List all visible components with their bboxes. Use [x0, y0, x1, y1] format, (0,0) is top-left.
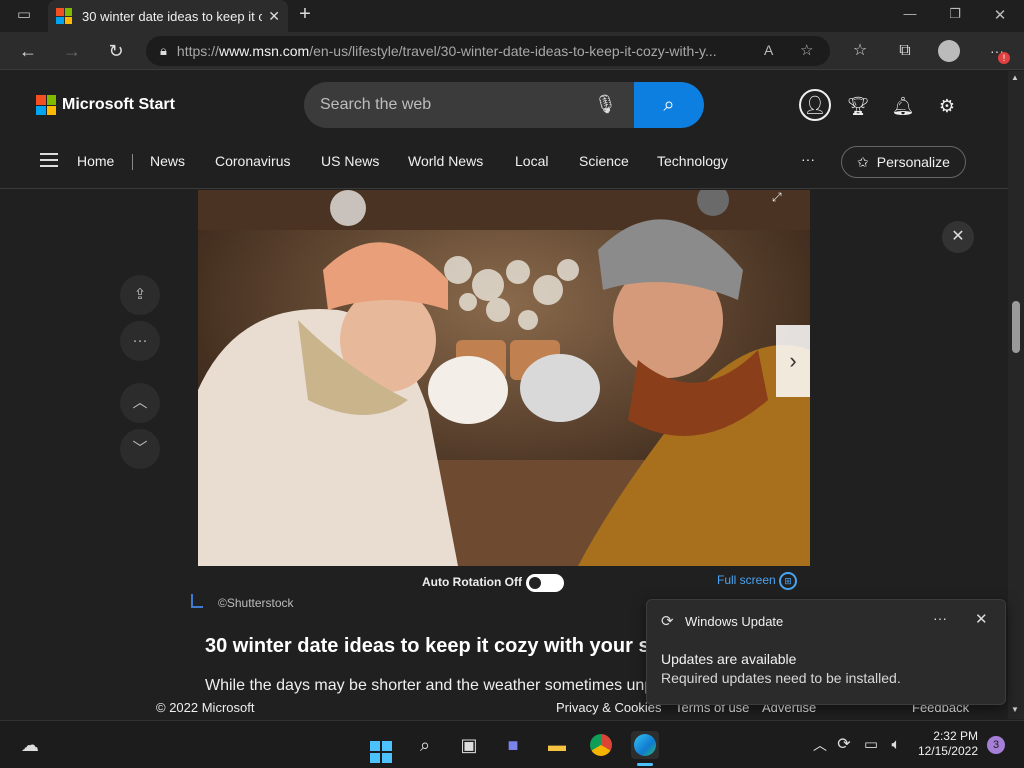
menu-hamburger-icon[interactable]	[40, 153, 58, 167]
chrome-icon[interactable]	[587, 731, 615, 759]
nav-item-technology[interactable]: Technology	[657, 153, 728, 169]
notification-body: Required updates need to be installed.	[661, 670, 901, 686]
refresh-icon[interactable]: ↻	[104, 39, 128, 63]
collections-icon[interactable]: ⧉	[893, 39, 917, 63]
nav-item-local[interactable]: Local	[515, 153, 548, 169]
address-toolbar: ← → ↻ 🔒︎ https://www.msn.com/en-us/lifes…	[0, 32, 1024, 70]
search-input[interactable]	[304, 82, 634, 128]
photo-credit: ©Shutterstock	[218, 596, 294, 610]
personalize-label: Personalize	[876, 154, 950, 170]
msn-favicon-icon	[56, 8, 72, 24]
profile-avatar[interactable]	[937, 39, 961, 63]
couple-photo-illustration	[198, 190, 810, 566]
file-explorer-icon[interactable]: ▬	[543, 731, 571, 759]
auto-rotation-label: Auto Rotation Off	[422, 575, 522, 589]
search-button[interactable]: ⌕	[634, 82, 704, 128]
new-tab-icon[interactable]: +	[291, 3, 319, 25]
nav-divider	[132, 154, 133, 170]
tab-actions-icon[interactable]: ▭	[10, 5, 38, 25]
address-bar[interactable]: 🔒︎ https://www.msn.com/en-us/lifestyle/t…	[146, 36, 830, 66]
personalize-icon: ✩	[857, 153, 869, 170]
browser-tab-bar: ▭ 30 winter date ideas to keep it cozy w…	[0, 0, 1024, 32]
article-lede: While the days may be shorter and the we…	[205, 677, 655, 694]
url-text[interactable]: https://www.msn.com/en-us/lifestyle/trav…	[177, 43, 737, 59]
search-taskbar-icon[interactable]: ⌕	[411, 731, 439, 759]
full-screen-link[interactable]: Full screen ⊞	[717, 572, 798, 590]
rewards-icon[interactable]: 🏆︎	[843, 91, 873, 121]
copyright-text: © 2022 Microsoft	[156, 700, 255, 715]
scroll-down-icon[interactable]: ▼	[1011, 705, 1019, 714]
page-scrollbar[interactable]: ▲ ▼	[1008, 71, 1024, 719]
auto-rotation-toggle[interactable]	[526, 574, 564, 592]
personalize-button[interactable]: ✩ Personalize	[841, 146, 966, 178]
scrollbar-thumb[interactable]	[1012, 301, 1020, 353]
minimize-icon[interactable]: —	[896, 6, 924, 26]
nav-item-news[interactable]: News	[150, 153, 185, 169]
category-nav: Home News Coronavirus US News World News…	[0, 139, 1008, 189]
previous-article-icon[interactable]: ︿	[120, 383, 160, 423]
active-app-indicator	[637, 763, 653, 766]
more-options-icon[interactable]: ···	[120, 321, 160, 361]
close-window-icon[interactable]: ✕	[986, 6, 1014, 26]
read-aloud-icon[interactable]: A	[764, 42, 773, 58]
windows-update-notification[interactable]: ⟳ Windows Update ··· ✕ Updates are avail…	[646, 599, 1006, 705]
notification-more-icon[interactable]: ···	[933, 610, 947, 626]
close-gallery-button[interactable]: ✕	[942, 221, 974, 253]
brand-name: Microsoft Start	[62, 96, 175, 113]
volume-icon[interactable]: 🔈︎	[882, 731, 910, 759]
article-headline: 30 winter date ideas to keep it cozy wit…	[205, 635, 655, 657]
article-photo: ⤢	[198, 190, 810, 566]
notification-app-name: Windows Update	[685, 614, 784, 629]
privacy-link[interactable]: Privacy & Cookies	[556, 700, 661, 715]
task-view-icon[interactable]: ▣	[455, 731, 483, 759]
edge-icon[interactable]	[631, 731, 659, 759]
site-header: Microsoft Start 🎙︎ ⌕ 👤︎ 🏆︎ 🔔︎ ⚙	[0, 71, 1008, 139]
notifications-bell-icon[interactable]: 🔔︎	[888, 91, 918, 121]
network-icon[interactable]: ▭	[857, 731, 885, 759]
nav-item-us-news[interactable]: US News	[321, 153, 379, 169]
notification-heading: Updates are available	[661, 651, 797, 667]
update-sync-icon: ⟳	[661, 613, 674, 630]
notification-count-badge[interactable]: 3	[987, 736, 1005, 754]
update-alert-icon: !	[998, 52, 1010, 64]
nav-item-home[interactable]: Home	[77, 153, 114, 169]
add-favorite-icon[interactable]: ☆	[800, 41, 813, 59]
chat-icon[interactable]: ■	[499, 731, 527, 759]
weather-widget-icon[interactable]: ☁	[16, 731, 44, 759]
notification-close-icon[interactable]: ✕	[975, 610, 988, 628]
microsoft-logo-icon	[36, 95, 56, 115]
microphone-icon[interactable]: 🎙︎	[594, 94, 617, 115]
back-icon[interactable]: ←	[16, 39, 40, 63]
next-slide-button[interactable]: ›	[776, 325, 810, 397]
windows-taskbar: ☁ ⌕ ▣ ■ ▬ ︿ ⟳ ▭ 🔈︎ 2:32 PM 12/15/2022 3	[0, 720, 1024, 768]
account-icon[interactable]: 👤︎	[799, 89, 831, 121]
full-screen-icon: ⊞	[779, 572, 798, 590]
favorites-icon[interactable]: ☆	[848, 39, 872, 63]
expand-icon[interactable]: ⤢	[772, 190, 782, 205]
system-clock[interactable]: 2:32 PM 12/15/2022	[912, 729, 978, 759]
nav-item-coronavirus[interactable]: Coronavirus	[215, 153, 290, 169]
search-box: 🎙︎ ⌕	[304, 82, 704, 128]
forward-icon[interactable]: →	[60, 39, 84, 63]
microsoft-start-logo[interactable]: Microsoft Start	[36, 95, 175, 115]
clock-date: 12/15/2022	[917, 744, 978, 758]
restore-icon[interactable]: ❐	[941, 6, 969, 26]
settings-gear-icon[interactable]: ⚙	[932, 91, 962, 121]
share-icon[interactable]: ⇪	[120, 275, 160, 315]
nav-item-world-news[interactable]: World News	[408, 153, 483, 169]
credit-marker	[191, 594, 203, 608]
lock-icon: 🔒︎	[160, 43, 167, 58]
update-tray-icon[interactable]: ⟳	[830, 731, 858, 759]
next-article-icon[interactable]: ﹀	[120, 429, 160, 469]
browser-tab[interactable]: 30 winter date ideas to keep it cozy wit…	[48, 0, 288, 32]
nav-more-icon[interactable]: ···	[801, 151, 815, 167]
start-button-icon[interactable]	[367, 731, 395, 763]
scroll-up-icon[interactable]: ▲	[1011, 73, 1019, 82]
close-tab-icon[interactable]: ✕	[268, 8, 280, 25]
nav-item-science[interactable]: Science	[579, 153, 629, 169]
clock-time: 2:32 PM	[933, 729, 978, 743]
tab-title: 30 winter date ideas to keep it cozy wit…	[82, 8, 262, 24]
